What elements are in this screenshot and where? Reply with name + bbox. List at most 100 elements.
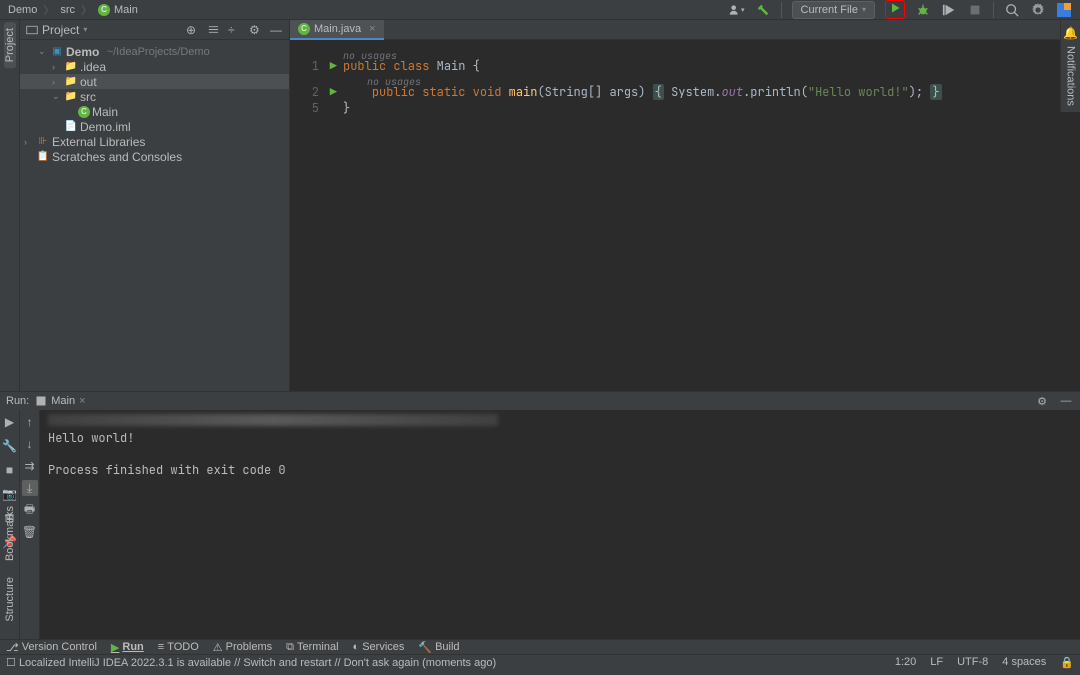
- structure-tool-tab[interactable]: Structure: [4, 571, 16, 628]
- line-ending[interactable]: LF: [930, 656, 943, 669]
- breadcrumb-sep-icon: 〉: [43, 2, 54, 18]
- toolbar-right: ▾ Current File ▾: [729, 0, 1072, 19]
- play-icon: [889, 2, 901, 17]
- panel-gear-icon[interactable]: ⚙: [249, 23, 262, 36]
- wrap-icon[interactable]: ⇉: [22, 458, 38, 474]
- play-icon: ▶: [111, 641, 119, 654]
- editor-tab-bar: C Main.java × ⋮: [290, 20, 1080, 40]
- file-icon: 📄: [64, 120, 78, 134]
- minimize-icon[interactable]: —: [1058, 393, 1074, 409]
- chevron-right-icon: ›: [52, 62, 62, 72]
- ide-logo-icon[interactable]: [1056, 2, 1072, 18]
- terminal-icon: ⧉: [286, 641, 294, 654]
- branch-icon: ⎇: [6, 641, 19, 654]
- bell-icon[interactable]: 🔔: [1063, 26, 1078, 40]
- folder-src-icon: 📁: [64, 90, 78, 104]
- run-tab-main[interactable]: Main ×: [35, 395, 85, 407]
- editor-tab-main[interactable]: C Main.java ×: [290, 20, 384, 40]
- gutter-run-icon[interactable]: ▶: [327, 84, 337, 94]
- debug-icon[interactable]: [915, 2, 931, 18]
- main-layout: Project Project ▾ ⊕ ÷ ⚙ — ⌄ ▣ Demo ~/Ide…: [0, 20, 1080, 391]
- collapse-all-icon[interactable]: ÷: [228, 23, 241, 36]
- rerun-icon[interactable]: ▶: [2, 414, 18, 430]
- bottom-tool-tabs: ⎇Version Control ▶Run ≡TODO ⚠Problems ⧉T…: [0, 639, 1080, 654]
- console-output[interactable]: Hello world! Process finished with exit …: [40, 410, 1080, 639]
- tree-item-iml[interactable]: 📄 Demo.iml: [20, 119, 289, 134]
- up-icon[interactable]: ↑: [22, 414, 38, 430]
- project-panel-title[interactable]: Project: [42, 23, 79, 37]
- users-icon[interactable]: ▾: [729, 2, 745, 18]
- run-label: Run:: [6, 395, 29, 407]
- project-tool-tab[interactable]: Project: [4, 22, 16, 68]
- bookmarks-tool-tab[interactable]: Bookmarks: [4, 500, 16, 567]
- console-line: Hello world!: [48, 430, 1072, 446]
- tree-item-out[interactable]: › 📁 out: [20, 74, 289, 89]
- caret-position[interactable]: 1:20: [895, 656, 916, 669]
- left-lower-stripe: Bookmarks Structure: [0, 500, 20, 628]
- tree-item-src[interactable]: ⌄ 📁 src: [20, 89, 289, 104]
- encoding[interactable]: UTF-8: [957, 656, 988, 669]
- tree-item-idea[interactable]: › 📁 .idea: [20, 59, 289, 74]
- usage-hint[interactable]: no usages: [343, 74, 942, 84]
- dropdown-icon: ▾: [862, 5, 866, 14]
- chevron-right-icon: ›: [52, 77, 62, 87]
- class-icon: C: [298, 23, 310, 35]
- tab-build[interactable]: 🔨Build: [418, 641, 459, 654]
- select-opened-icon[interactable]: ⊕: [186, 23, 199, 36]
- print-icon[interactable]: 🖶: [22, 502, 38, 518]
- code-content[interactable]: no usages public class Main { no usages …: [325, 40, 942, 391]
- minimize-icon[interactable]: —: [270, 23, 283, 36]
- gutter-run-icon[interactable]: ▶: [327, 58, 337, 68]
- project-tree[interactable]: ⌄ ▣ Demo ~/IdeaProjects/Demo › 📁 .idea ›…: [20, 40, 289, 168]
- tree-item-main-class[interactable]: C Main: [20, 104, 289, 119]
- tree-scratches[interactable]: 📋 Scratches and Consoles: [20, 149, 289, 164]
- breadcrumb-project[interactable]: Demo: [8, 4, 37, 16]
- trash-icon[interactable]: 🗑: [22, 524, 38, 540]
- scroll-to-end-icon[interactable]: ⤓: [22, 480, 38, 496]
- run-with-coverage-icon[interactable]: [941, 2, 957, 18]
- editor-body[interactable]: ✓ 1▶ 2▶ 5 no usages public class Main { …: [290, 40, 1080, 391]
- stop-icon[interactable]: ■: [2, 462, 18, 478]
- run-gear-icon[interactable]: ⚙: [1034, 393, 1050, 409]
- folder-icon: 📁: [64, 60, 78, 74]
- top-navigation: Demo 〉 src 〉 C Main ▾ Current File ▾: [0, 0, 1080, 20]
- library-icon: ⊪: [36, 135, 50, 149]
- status-message[interactable]: Localized IntelliJ IDEA 2022.3.1 is avai…: [19, 657, 496, 669]
- wrench-icon[interactable]: 🔧: [2, 438, 18, 454]
- search-icon[interactable]: [1004, 2, 1020, 18]
- build-icon[interactable]: [755, 2, 771, 18]
- tab-terminal[interactable]: ⧉Terminal: [286, 641, 338, 654]
- usage-hint[interactable]: no usages: [343, 48, 942, 58]
- close-tab-icon[interactable]: ×: [369, 23, 375, 35]
- scratch-icon: 📋: [36, 150, 50, 164]
- tab-version-control[interactable]: ⎇Version Control: [6, 641, 97, 654]
- editor-gutter: 1▶ 2▶ 5: [290, 40, 325, 391]
- run-config-label: Current File: [801, 4, 858, 16]
- tree-root[interactable]: ⌄ ▣ Demo ~/IdeaProjects/Demo: [20, 44, 289, 59]
- expand-all-icon[interactable]: [207, 23, 220, 36]
- tab-todo[interactable]: ≡TODO: [158, 641, 199, 653]
- indent-info[interactable]: 4 spaces: [1002, 656, 1046, 669]
- notifications-tool-tab[interactable]: Notifications: [1065, 40, 1077, 112]
- run-panel-header: Run: Main × ⚙ —: [0, 392, 1080, 410]
- down-icon[interactable]: ↓: [22, 436, 38, 452]
- tree-external-libs[interactable]: › ⊪ External Libraries: [20, 134, 289, 149]
- project-panel-tools: ⊕ ÷ ⚙ —: [186, 23, 283, 36]
- breadcrumb-folder[interactable]: src: [60, 4, 75, 16]
- run-button-highlighted[interactable]: [885, 0, 905, 19]
- list-icon: ≡: [158, 641, 164, 653]
- tab-run[interactable]: ▶Run: [111, 641, 144, 654]
- tab-problems[interactable]: ⚠Problems: [213, 641, 272, 654]
- blurred-command-line: [48, 414, 498, 426]
- breadcrumb-file[interactable]: Main: [114, 4, 138, 16]
- chevron-down-icon: ⌄: [52, 91, 62, 102]
- status-message-icon: ☐: [6, 656, 16, 669]
- project-view-icon: [26, 24, 38, 36]
- hammer-icon: 🔨: [418, 641, 432, 654]
- stop-icon[interactable]: [967, 2, 983, 18]
- run-config-selector[interactable]: Current File ▾: [792, 1, 875, 19]
- close-tab-icon[interactable]: ×: [79, 395, 85, 407]
- gear-icon[interactable]: [1030, 2, 1046, 18]
- lock-icon[interactable]: 🔒: [1060, 656, 1074, 669]
- tab-services[interactable]: ◐Services: [353, 641, 405, 653]
